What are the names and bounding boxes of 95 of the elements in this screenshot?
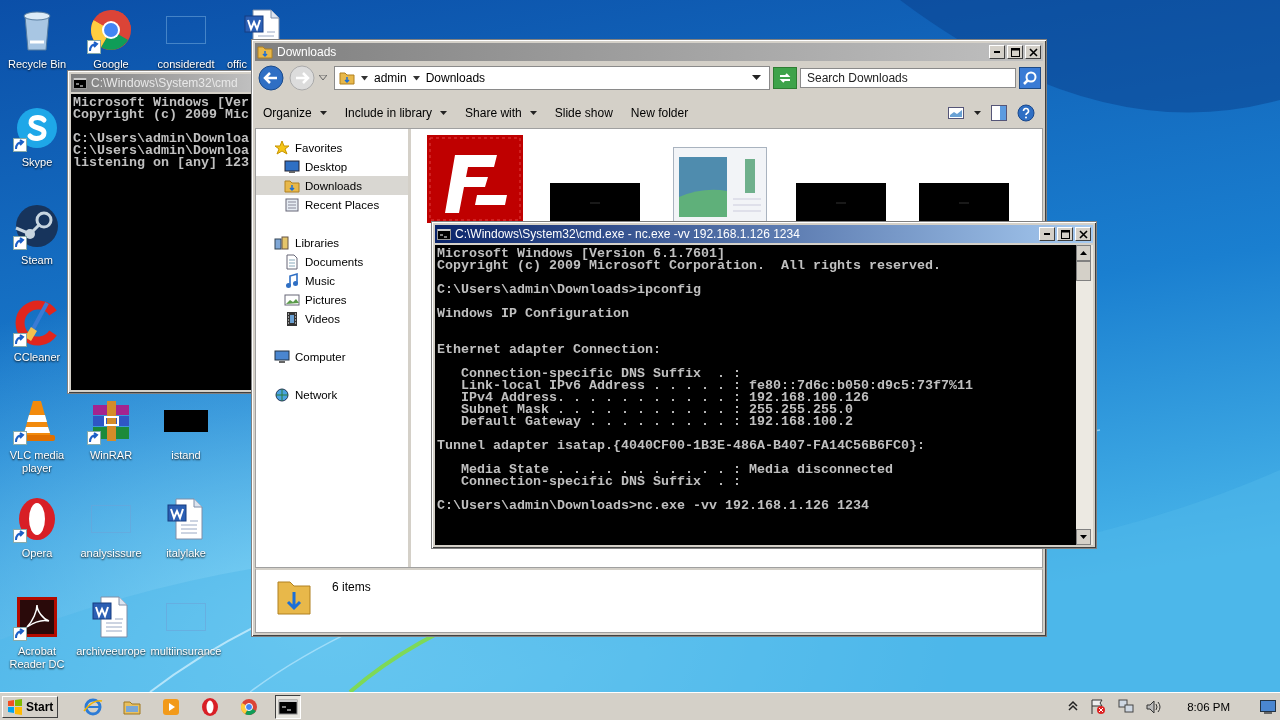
window-title: C:\Windows\System32\cmd.exe - nc.exe -vv 192.168.1.126 1234 <box>455 227 800 241</box>
window-title: Downloads <box>277 45 337 59</box>
chrome-icon <box>239 696 260 717</box>
breadcrumb-link[interactable]: admin <box>374 71 407 85</box>
nav-item[interactable]: Videos <box>256 309 408 328</box>
ie-icon <box>83 696 104 717</box>
desktop-icon-label[interactable]: Google <box>93 58 129 71</box>
pictures-icon <box>284 291 300 308</box>
media-player-icon <box>161 696 182 717</box>
recent-places-icon <box>284 196 300 213</box>
folder-icon <box>284 177 300 194</box>
nav-item[interactable]: Downloads <box>256 176 408 195</box>
console-icon <box>437 227 451 241</box>
window-thumbnail-icon <box>673 147 767 223</box>
windows-logo-icon <box>7 698 23 715</box>
desktop-icon-label[interactable]: Recycle Bin <box>7 58 67 71</box>
item-count: 6 items <box>332 580 371 594</box>
close-icon <box>1078 229 1088 239</box>
desktop-icon-label[interactable]: CCleaner <box>13 351 61 364</box>
chevron-icon <box>361 75 368 81</box>
preview-pane-icon <box>991 105 1007 121</box>
nav-item[interactable]: Documents <box>256 252 408 271</box>
steam-icon <box>13 202 61 250</box>
film-icon <box>284 310 300 327</box>
help-icon <box>1017 104 1035 122</box>
nav-item[interactable]: Recent Places <box>256 195 408 214</box>
folder-icon <box>257 44 273 60</box>
window-title: C:\Windows\System32\cmd <box>91 76 238 90</box>
network-icon <box>274 386 290 403</box>
console-output: Microsoft Windows [Ver Copyright (c) 2009 Mic C:\Users\admin\Downloa C:\Users\admin\Downloa listening on [any] 123 <box>72 94 250 172</box>
network-icon <box>1117 697 1136 716</box>
desktop-icon-label[interactable]: consideredt <box>157 58 215 71</box>
console-output: Microsoft Windows [Version 6.1.7601] Copyright (c) 2009 Microsoft Corporation. All rights reserved. C:\Users\admin\Downloads>ipconfig Windows IP Configuration Ethernet adapter Connection: Connection-specific DNS Suffix . : Link-local IPv6 Address . . . . . : fe80::7d6c:b050:d9c5:73f7%11 IPv4 Address. . . . . . . . . . . : 192.168.100.126 Subnet Mask . . . . . . . . . . . : 255.255.255.0 Default Gateway . . . . . . . . . : 192.168.100.2 Tunnel adapter isatap.{4040CF00-1B3E-486A-B407-FA14C56B6FC0}: Media State . . . . . . . . . . . : Media disconnected Connection-specific DNS Suffix . : C:\Users\admin\Downloads>nc.exe -vv 192.168.1.126 1234 <box>436 245 974 515</box>
desktop-icon <box>1260 699 1276 714</box>
minimize-icon <box>994 51 1000 53</box>
caret-icon <box>974 111 981 115</box>
nav-item[interactable]: Pictures <box>256 290 408 309</box>
toolbar-button[interactable]: New folder <box>626 104 693 122</box>
maximize-icon <box>1010 47 1020 57</box>
tray-button[interactable] <box>1089 697 1108 716</box>
maximize-icon <box>1060 229 1070 239</box>
scroll-thumb-icon <box>1076 261 1091 281</box>
monitor-icon <box>284 158 300 175</box>
documents-icon <box>284 253 300 270</box>
breadcrumb-link[interactable]: Downloads <box>425 71 486 85</box>
desktop-icon-label[interactable]: Steam <box>21 254 53 267</box>
view-icon <box>948 107 964 119</box>
refresh-icon <box>777 71 793 85</box>
chevron-icon <box>412 75 420 81</box>
taskbar-button[interactable] <box>275 694 302 719</box>
toolbar-button[interactable]: Organize <box>259 104 331 122</box>
minimize-button[interactable] <box>1039 227 1055 241</box>
minimize-button[interactable] <box>989 45 1005 59</box>
minimize-icon <box>1044 233 1050 235</box>
dark-thumbnail-icon <box>919 183 1009 223</box>
nav-item[interactable]: Desktop <box>256 157 408 176</box>
console-icon <box>73 76 87 90</box>
maximize-button[interactable] <box>1007 45 1023 59</box>
address-bar[interactable]: admin Downloads <box>334 66 770 90</box>
toolbar-button[interactable]: Include in library <box>340 104 452 122</box>
desktop-icon-label[interactable]: Skype <box>21 156 53 169</box>
star-icon <box>274 139 290 156</box>
dark-thumbnail-icon <box>550 183 640 223</box>
desktop-icon-label[interactable]: offic <box>227 58 247 71</box>
nav-item[interactable]: Music <box>256 271 408 290</box>
flag-icon <box>1089 697 1108 716</box>
console-icon <box>278 696 299 717</box>
dropdown-caret-icon <box>752 75 761 81</box>
library-icon <box>274 234 290 251</box>
toolbar-button[interactable]: Slide show <box>550 104 617 122</box>
search-field[interactable]: Search Downloads <box>800 68 1016 88</box>
search-icon <box>1022 70 1038 86</box>
filezilla-icon <box>427 135 523 223</box>
refresh-button[interactable] <box>773 67 797 89</box>
toolbar-button[interactable]: Share with <box>461 104 541 122</box>
opera-icon <box>200 696 221 717</box>
nav-item[interactable]: Favorites <box>256 138 408 157</box>
back-button[interactable] <box>257 64 285 92</box>
show-desktop-button[interactable] <box>1260 699 1276 714</box>
dark-thumbnail-icon <box>796 183 886 223</box>
folder-icon <box>339 70 355 86</box>
music-note-icon <box>284 272 300 289</box>
history-caret-icon <box>319 75 327 81</box>
close-button[interactable] <box>1075 227 1091 241</box>
scrollbar[interactable] <box>1076 245 1093 545</box>
nav-item[interactable]: Computer <box>256 347 408 366</box>
search-button[interactable] <box>1019 67 1041 89</box>
clock[interactable]: 8:06 PM <box>1187 700 1230 713</box>
close-icon <box>1028 47 1038 57</box>
close-button[interactable] <box>1025 45 1041 59</box>
computer-icon <box>274 348 290 365</box>
maximize-button[interactable] <box>1057 227 1073 241</box>
nav-item[interactable]: Network <box>256 385 408 404</box>
start-button[interactable]: Start <box>2 695 59 718</box>
nav-item[interactable]: Libraries <box>256 233 408 252</box>
